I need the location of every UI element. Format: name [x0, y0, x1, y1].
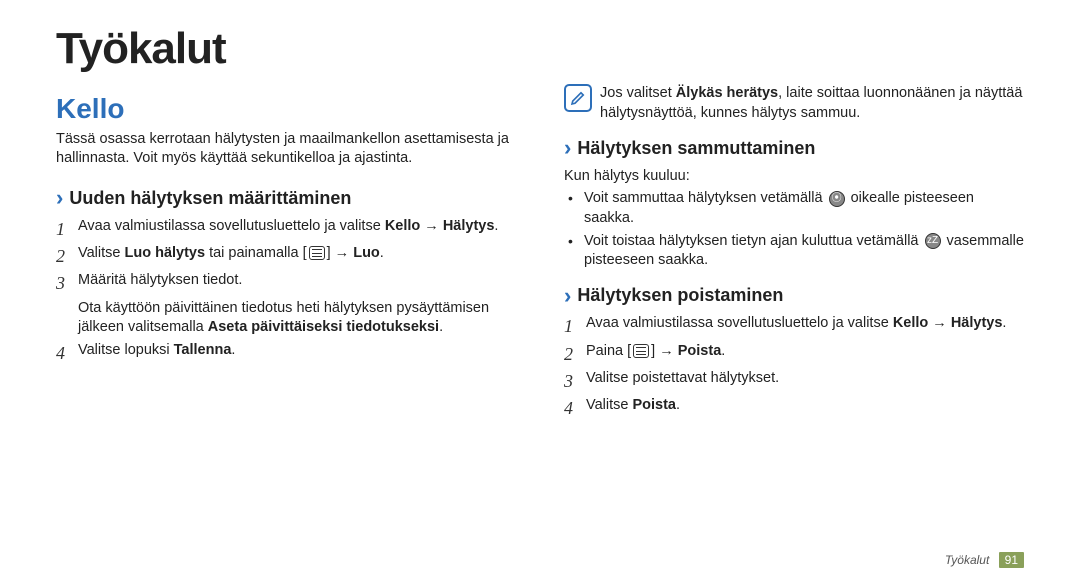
subheading-new-alarm: Uuden hälytyksen määrittäminen	[56, 183, 516, 213]
del-step-3: 3 Valitse poistettavat hälytykset.	[564, 369, 1024, 393]
step-number: 2	[564, 342, 586, 366]
bullet-snooze: Voit toistaa hälytyksen tietyn ajan kulu…	[568, 232, 1024, 271]
del-step-2: 2 Paina [] → Poista.	[564, 342, 1024, 366]
step-number: 4	[564, 396, 586, 420]
subheading-stop-alarm: Hälytyksen sammuttaminen	[564, 133, 1024, 163]
step-number: 3	[56, 271, 78, 295]
alarm-snooze-icon: zZ	[925, 233, 941, 249]
step-2: 2 Valitse Luo hälytys tai painamalla [] …	[56, 244, 516, 268]
step-3-note: Ota käyttöön päivittäinen tiedotus heti …	[78, 299, 516, 338]
right-column: Jos valitset Älykäs herätys, laite soitt…	[564, 84, 1024, 548]
stop-alarm-lead: Kun hälytys kuuluu:	[564, 167, 1024, 187]
page-title: Työkalut	[56, 24, 1024, 74]
page-footer: Työkalut 91	[56, 552, 1024, 568]
del-step-4: 4 Valitse Poista.	[564, 396, 1024, 420]
del-step-1: 1 Avaa valmiustilassa sovellutusluettelo…	[564, 314, 1024, 338]
bullet-icon	[568, 232, 584, 271]
menu-icon	[633, 344, 649, 358]
step-1: 1 Avaa valmiustilassa sovellutusluettelo…	[56, 217, 516, 241]
bullet-stop: Voit sammuttaa hälytyksen vetämällä ⦿ oi…	[568, 189, 1024, 228]
bullet-icon	[568, 189, 584, 228]
step-4: 4 Valitse lopuksi Tallenna.	[56, 341, 516, 365]
alarm-stop-icon: ⦿	[829, 191, 845, 207]
step-number: 3	[564, 369, 586, 393]
footer-label: Työkalut	[945, 553, 989, 567]
section-heading: Kello	[56, 90, 516, 128]
step-number: 4	[56, 341, 78, 365]
subheading-delete-alarm: Hälytyksen poistaminen	[564, 281, 1024, 311]
section-intro: Tässä osassa kerrotaan hälytysten ja maa…	[56, 130, 516, 169]
step-number: 2	[56, 244, 78, 268]
step-number: 1	[564, 314, 586, 338]
page-number: 91	[999, 552, 1024, 568]
pencil-note-icon	[564, 84, 592, 112]
step-3: 3 Määritä hälytyksen tiedot.	[56, 271, 516, 295]
step-number: 1	[56, 217, 78, 241]
left-column: Kello Tässä osassa kerrotaan hälytysten …	[56, 84, 516, 548]
info-note: Jos valitset Älykäs herätys, laite soitt…	[564, 84, 1024, 123]
menu-icon	[309, 246, 325, 260]
